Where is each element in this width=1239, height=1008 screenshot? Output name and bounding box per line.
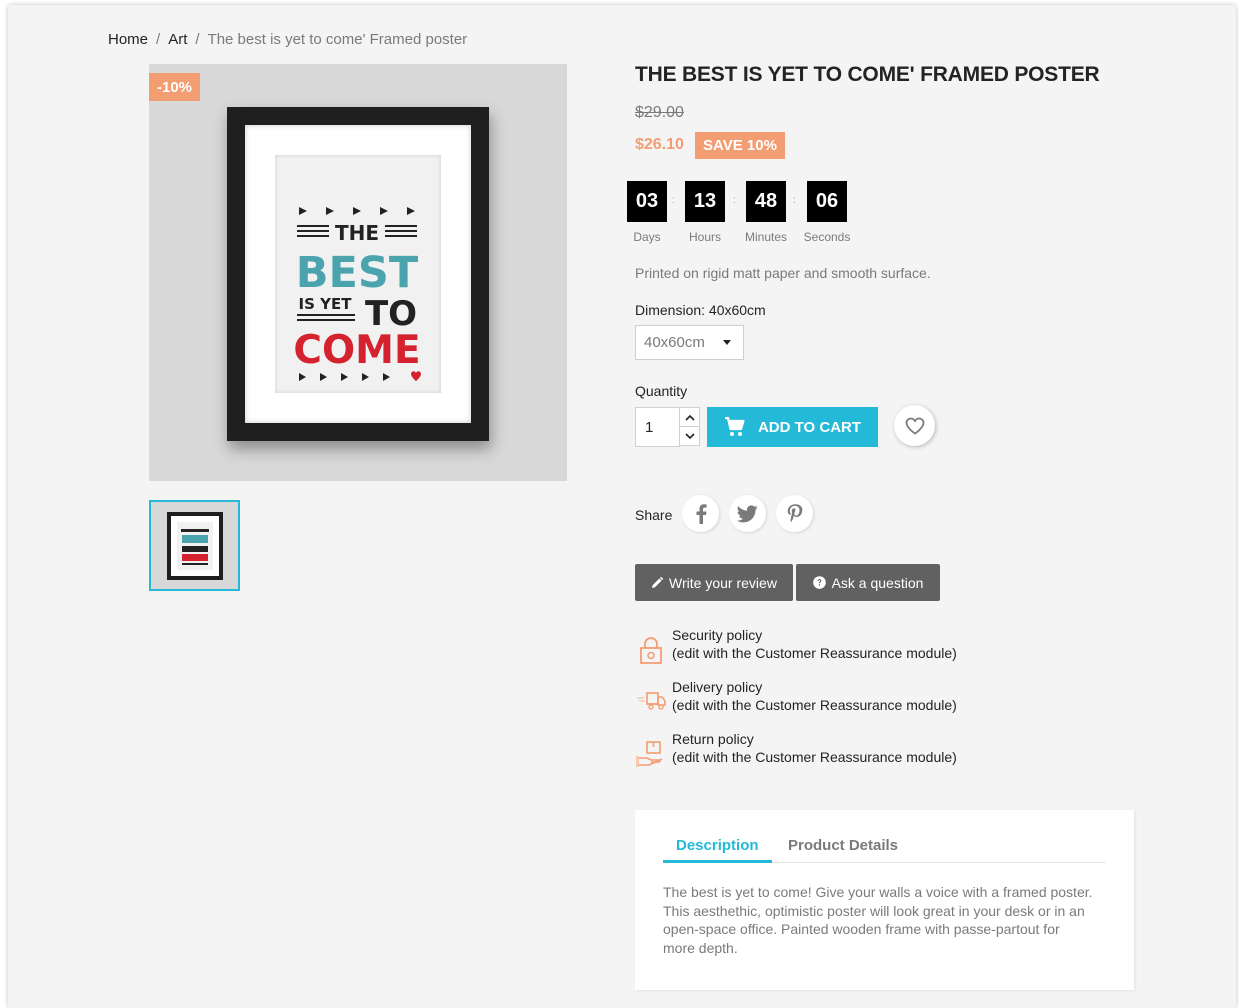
share-facebook-button[interactable]: [682, 495, 719, 532]
wishlist-button[interactable]: [894, 405, 935, 446]
countdown-separator: :: [793, 195, 796, 206]
reassurance-title: Delivery policy: [672, 679, 763, 695]
product-tabs: Description Product Details The best is …: [635, 810, 1134, 990]
product-description: The best is yet to come! Give your walls…: [663, 884, 1093, 956]
product-main-image[interactable]: THE BEST IS YET TO COME: [149, 64, 567, 481]
thumbnail-image: [167, 512, 223, 580]
breadcrumb-separator: /: [156, 31, 161, 48]
countdown-hours: 13: [685, 181, 725, 222]
product-title: THE BEST IS YET TO COME' FRAMED POSTER: [635, 63, 1100, 86]
shopping-cart-icon: [724, 417, 745, 436]
truck-icon: [637, 692, 666, 710]
reassurance-subtitle: (edit with the Customer Reassurance modu…: [672, 697, 957, 713]
return-package-icon: [636, 741, 663, 767]
poster-word-the: THE: [335, 221, 379, 245]
reassurance-title: Return policy: [672, 731, 754, 747]
poster-art: THE BEST IS YET TO COME: [275, 155, 441, 393]
ask-question-label: Ask a question: [831, 574, 924, 591]
heart-outline-icon: [905, 417, 924, 435]
reassurance-subtitle: (edit with the Customer Reassurance modu…: [672, 749, 957, 765]
countdown-label-hours: Hours: [688, 230, 721, 244]
product-short-description: Printed on rigid matt paper and smooth s…: [635, 265, 931, 281]
discount-badge: -10%: [149, 73, 200, 101]
quantity-input[interactable]: 1: [635, 407, 680, 447]
ask-question-button[interactable]: Ask a question: [796, 564, 940, 601]
dimension-select[interactable]: 40x60cm: [635, 325, 744, 360]
facebook-icon: [696, 503, 707, 524]
reassurance-title: Security policy: [672, 627, 763, 643]
chevron-down-icon: [684, 432, 695, 439]
countdown-label-minutes: Minutes: [744, 230, 788, 244]
tab-active-indicator: [663, 860, 772, 863]
breadcrumb-current: The best is yet to come' Framed poster: [207, 31, 468, 48]
tab-description[interactable]: Description: [676, 837, 759, 854]
reassurance-subtitle: (edit with the Customer Reassurance modu…: [672, 645, 957, 661]
dimension-selected-value: 40x60cm: [644, 334, 705, 351]
add-to-cart-label: ADD TO CART: [757, 418, 862, 436]
share-label: Share: [635, 507, 673, 523]
write-review-button[interactable]: Write your review: [635, 564, 793, 601]
countdown-seconds: 06: [807, 181, 847, 222]
countdown-separator: :: [672, 195, 675, 206]
regular-price: $29.00: [635, 104, 684, 121]
add-to-cart-button[interactable]: ADD TO CART: [707, 407, 878, 447]
poster-frame: THE BEST IS YET TO COME: [227, 107, 489, 441]
quantity-increase-button[interactable]: [679, 407, 700, 427]
pinterest-icon: [787, 503, 802, 522]
countdown-minutes: 48: [746, 181, 786, 222]
twitter-icon: [737, 504, 758, 522]
pencil-icon: [652, 576, 664, 588]
countdown-separator: :: [733, 195, 736, 206]
poster-word-best: BEST: [296, 248, 419, 298]
countdown-label-seconds: Seconds: [803, 230, 851, 244]
share-twitter-button[interactable]: [729, 495, 766, 532]
question-circle-icon: [812, 576, 826, 589]
poster-word-isyet: IS YET: [299, 295, 353, 313]
breadcrumb: Home / Art / The best is yet to come' Framed…: [108, 31, 467, 48]
write-review-label: Write your review: [669, 574, 777, 591]
countdown-days: 03: [627, 181, 667, 222]
breadcrumb-category[interactable]: Art: [168, 31, 187, 48]
tab-product-details[interactable]: Product Details: [788, 837, 898, 854]
caret-down-icon: [723, 340, 731, 345]
chevron-up-icon: [684, 414, 695, 421]
dimension-label: Dimension: 40x60cm: [635, 302, 766, 318]
save-badge: SAVE 10%: [695, 132, 785, 159]
lock-icon: [640, 637, 662, 664]
page: Home / Art / The best is yet to come' Framed…: [8, 5, 1236, 1008]
breadcrumb-home[interactable]: Home: [108, 31, 148, 48]
current-price: $26.10: [635, 136, 684, 153]
share-pinterest-button[interactable]: [776, 495, 813, 532]
countdown-label-days: Days: [633, 230, 661, 244]
breadcrumb-separator: /: [195, 31, 200, 48]
poster-illustration: THE BEST IS YET TO COME: [293, 207, 421, 381]
poster-mat: THE BEST IS YET TO COME: [245, 125, 471, 423]
quantity-decrease-button[interactable]: [679, 426, 700, 446]
quantity-label: Quantity: [635, 383, 688, 399]
product-thumbnail[interactable]: [149, 500, 240, 591]
poster-word-come: COME: [293, 328, 420, 373]
